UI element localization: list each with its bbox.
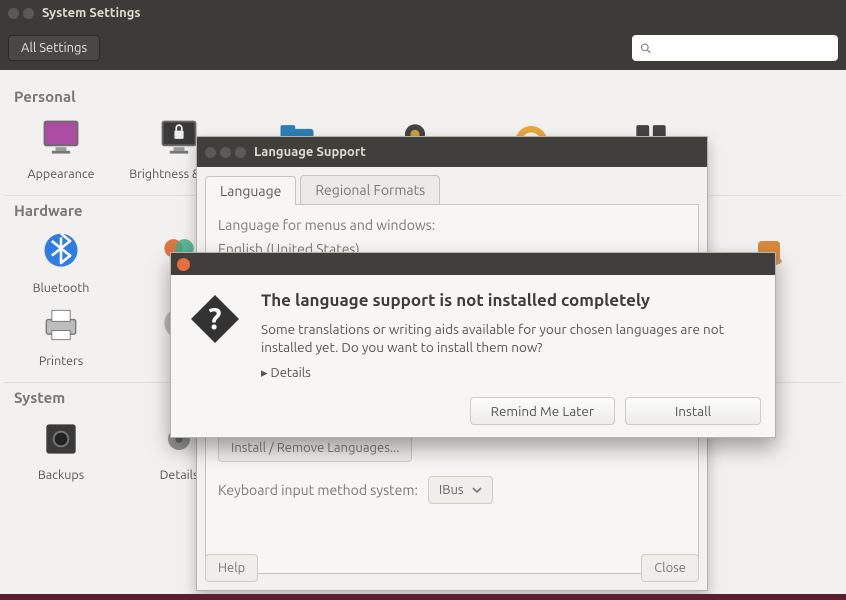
lang-tabbar: Language Regional Formats — [197, 167, 707, 204]
search-box[interactable] — [632, 35, 838, 61]
dropdown-value: IBus — [439, 483, 464, 497]
lang-title-text: Language Support — [254, 145, 366, 159]
alert-titlebar — [171, 253, 775, 275]
lang-titlebar: Language Support — [197, 137, 707, 167]
lang-bottombar: Help Close — [205, 554, 699, 582]
keyboard-input-label: Keyboard input method system: — [218, 482, 418, 498]
close-button[interactable]: Close — [641, 554, 699, 582]
tile-printers[interactable]: Printers — [4, 300, 118, 368]
tile-appearance[interactable]: Appearance — [4, 113, 118, 181]
main-toolbar: All Settings — [0, 26, 846, 70]
close-icon[interactable] — [177, 258, 190, 271]
search-icon — [640, 42, 652, 55]
unity-launcher-edge — [0, 594, 846, 600]
minimize-icon[interactable] — [23, 8, 34, 19]
monitor-icon — [38, 115, 84, 161]
bluetooth-icon — [38, 229, 84, 275]
printer-icon — [38, 302, 84, 348]
tile-label: Bluetooth — [33, 281, 90, 295]
main-window-buttons[interactable] — [8, 8, 34, 19]
tab-language[interactable]: Language — [205, 176, 296, 205]
close-icon[interactable] — [205, 147, 216, 158]
question-icon: ? — [187, 291, 243, 381]
remind-later-button[interactable]: Remind Me Later — [470, 397, 615, 425]
svg-text:?: ? — [208, 301, 221, 335]
tile-backups[interactable]: Backups — [4, 414, 118, 482]
maximize-icon[interactable] — [235, 147, 246, 158]
tile-bluetooth[interactable]: Bluetooth — [4, 227, 118, 295]
chevron-down-icon — [472, 485, 482, 495]
main-titlebar: System Settings — [0, 0, 846, 26]
lang-window-buttons[interactable] — [205, 147, 246, 158]
main-title: System Settings — [42, 6, 141, 20]
tile-label: Backups — [38, 468, 84, 482]
tab-regional-formats[interactable]: Regional Formats — [300, 175, 440, 204]
alert-body-text: Some translations or writing aids availa… — [261, 320, 755, 356]
all-settings-button[interactable]: All Settings — [8, 35, 100, 61]
alert-heading: The language support is not installed co… — [261, 291, 755, 310]
help-button[interactable]: Help — [205, 554, 258, 582]
language-alert-dialog: ? The language support is not installed … — [170, 252, 776, 438]
close-icon[interactable] — [8, 8, 19, 19]
lang-heading: Language for menus and windows: — [218, 217, 686, 233]
section-personal-title: Personal — [14, 88, 832, 105]
install-button[interactable]: Install — [625, 397, 761, 425]
safe-icon — [38, 416, 84, 462]
minimize-icon[interactable] — [220, 147, 231, 158]
tile-label: Printers — [39, 354, 83, 368]
install-remove-languages-button[interactable]: Install / Remove Languages... — [218, 434, 412, 462]
search-input[interactable] — [658, 42, 830, 55]
tile-label: Appearance — [27, 167, 94, 181]
keyboard-input-dropdown[interactable]: IBus — [428, 476, 493, 504]
tile-label: Details — [160, 468, 199, 482]
alert-details-toggle[interactable]: Details — [261, 366, 755, 381]
